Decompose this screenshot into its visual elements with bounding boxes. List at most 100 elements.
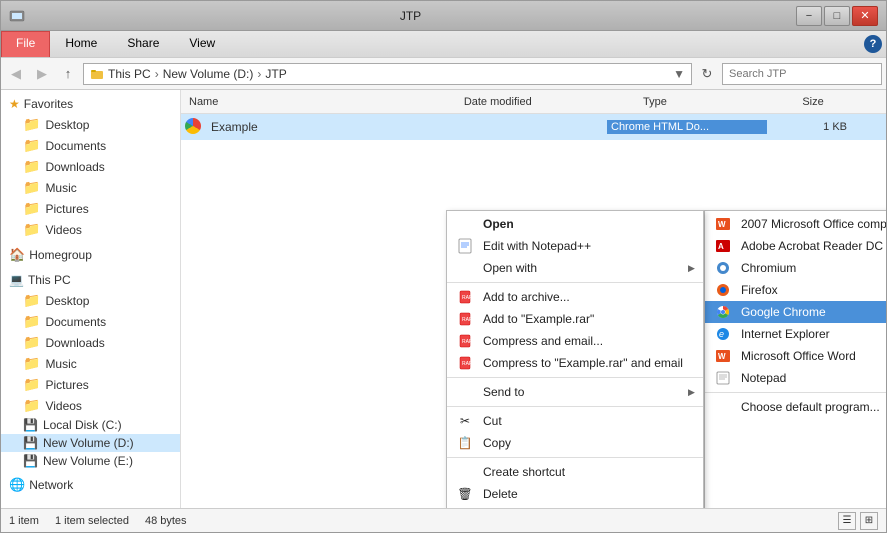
- address-path[interactable]: This PC › New Volume (D:) › JTP ▼: [83, 63, 692, 85]
- archive-icon-2: RAR: [455, 311, 475, 327]
- sidebar-item-music[interactable]: 📁 Music: [1, 177, 180, 198]
- sidebar-item-volumed[interactable]: 💾 New Volume (D:): [1, 434, 180, 452]
- ctx-delete[interactable]: 🗑 Delete: [447, 483, 703, 505]
- folder-icon: 📁: [23, 397, 40, 414]
- close-button[interactable]: ✕: [852, 6, 878, 26]
- ctx-cut[interactable]: ✂ Cut: [447, 410, 703, 432]
- refresh-button[interactable]: ↻: [696, 63, 718, 85]
- ctx-rename[interactable]: Rename: [447, 505, 703, 508]
- sidebar-item-pictures[interactable]: 📁 Pictures: [1, 198, 180, 219]
- view-details-button[interactable]: ☰: [838, 512, 856, 530]
- separator-2: [447, 377, 703, 378]
- svg-text:RAR: RAR: [462, 361, 473, 367]
- tab-share[interactable]: Share: [112, 31, 174, 57]
- submenu-ie[interactable]: e Internet Explorer: [705, 323, 886, 345]
- sidebar-item-desktop[interactable]: 📁 Desktop: [1, 114, 180, 135]
- view-tiles-button[interactable]: ⊞: [860, 512, 878, 530]
- minimize-button[interactable]: −: [796, 6, 822, 26]
- submenu-notepad[interactable]: Notepad: [705, 367, 886, 389]
- statusbar-count: 1 item: [9, 515, 39, 527]
- sidebar-favorites-header[interactable]: ★ Favorites: [1, 94, 180, 114]
- separator-3: [447, 406, 703, 407]
- sidebar-item-downloads[interactable]: 📁 Downloads: [1, 156, 180, 177]
- forward-button[interactable]: ▶: [31, 63, 53, 85]
- office-icon: W: [713, 216, 733, 232]
- sidebar-network-header[interactable]: 🌐 Network: [1, 474, 180, 496]
- folder-icon: 📁: [23, 116, 40, 133]
- folder-icon: 📁: [23, 376, 40, 393]
- file-row[interactable]: Example Chrome HTML Do... 1 KB: [181, 114, 886, 140]
- open-icon: [455, 216, 475, 232]
- ctx-open[interactable]: Open: [447, 213, 703, 235]
- ctx-copy[interactable]: 📋 Copy: [447, 432, 703, 454]
- search-box[interactable]: [722, 63, 882, 85]
- col-size-header[interactable]: Size: [802, 96, 882, 108]
- sidebar-item-downloads2[interactable]: 📁 Downloads: [1, 332, 180, 353]
- sidebar: ★ Favorites 📁 Desktop 📁 Documents 📁 Down…: [1, 90, 181, 508]
- submenu-chromium[interactable]: Chromium: [705, 257, 886, 279]
- window: JTP − □ ✕ File Home Share View ? ◀ ▶: [0, 0, 887, 533]
- col-date-header[interactable]: Date modified: [464, 96, 643, 108]
- sidebar-section-network: 🌐 Network: [1, 474, 180, 496]
- notepad-icon: [455, 238, 475, 254]
- chrome-file-icon: [185, 118, 201, 137]
- ctx-edit-notepad[interactable]: Edit with Notepad++: [447, 235, 703, 257]
- submenu-firefox[interactable]: Firefox: [705, 279, 886, 301]
- sidebar-thispc-header[interactable]: 💻 This PC: [1, 270, 180, 290]
- sidebar-item-documents[interactable]: 📁 Documents: [1, 135, 180, 156]
- statusbar-size: 48 bytes: [145, 515, 187, 527]
- path-part-3: JTP: [265, 67, 286, 81]
- sidebar-item-volumee[interactable]: 💾 New Volume (E:): [1, 452, 180, 470]
- folder-icon: 📁: [23, 200, 40, 217]
- submenu-office2007[interactable]: W 2007 Microsoft Office component: [705, 213, 886, 235]
- folder-icon: 📁: [23, 179, 40, 196]
- col-name-header[interactable]: Name: [185, 96, 464, 108]
- copy-icon: 📋: [455, 435, 475, 451]
- ctx-send-to[interactable]: Send to: [447, 381, 703, 403]
- col-type-header[interactable]: Type: [643, 96, 802, 108]
- compress-icon-2: RAR: [455, 355, 475, 371]
- file-name: Example: [207, 120, 427, 134]
- tab-file[interactable]: File: [1, 31, 50, 57]
- sidebar-section-thispc: 💻 This PC 📁 Desktop 📁 Documents 📁 Downlo…: [1, 270, 180, 470]
- file-size: 1 KB: [767, 121, 847, 133]
- ctx-compress-email2[interactable]: RAR Compress to "Example.rar" and email: [447, 352, 703, 374]
- open-with-icon: [455, 260, 475, 276]
- submenu-msword[interactable]: W Microsoft Office Word: [705, 345, 886, 367]
- submenu-choose-default[interactable]: Choose default program...: [705, 396, 886, 418]
- submenu-acrobat[interactable]: A Adobe Acrobat Reader DC: [705, 235, 886, 257]
- sidebar-homegroup-header[interactable]: 🏠 Homegroup: [1, 244, 180, 266]
- main-area: ★ Favorites 📁 Desktop 📁 Documents 📁 Down…: [1, 90, 886, 508]
- tab-view[interactable]: View: [174, 31, 230, 57]
- sidebar-item-pictures2[interactable]: 📁 Pictures: [1, 374, 180, 395]
- sidebar-item-desktop2[interactable]: 📁 Desktop: [1, 290, 180, 311]
- ribbon: File Home Share View ?: [1, 31, 886, 58]
- help-button[interactable]: ?: [864, 35, 882, 53]
- sidebar-item-videos2[interactable]: 📁 Videos: [1, 395, 180, 416]
- back-button[interactable]: ◀: [5, 63, 27, 85]
- ctx-compress-email[interactable]: RAR Compress and email...: [447, 330, 703, 352]
- path-part-2: New Volume (D:): [163, 67, 254, 81]
- ctx-add-example-rar[interactable]: RAR Add to "Example.rar": [447, 308, 703, 330]
- ctx-create-shortcut[interactable]: Create shortcut: [447, 461, 703, 483]
- maximize-button[interactable]: □: [824, 6, 850, 26]
- svg-text:e: e: [719, 329, 724, 339]
- search-input[interactable]: [729, 68, 871, 80]
- statusbar: 1 item 1 item selected 48 bytes ☰ ⊞: [1, 508, 886, 532]
- ctx-add-archive[interactable]: RAR Add to archive...: [447, 286, 703, 308]
- cut-icon: ✂: [455, 413, 475, 429]
- context-menu-container: Open Edit with Notepad++ Open with: [446, 210, 886, 508]
- sidebar-item-localc[interactable]: 💾 Local Disk (C:): [1, 416, 180, 434]
- up-button[interactable]: ↑: [57, 63, 79, 85]
- ctx-open-with[interactable]: Open with: [447, 257, 703, 279]
- sidebar-item-documents2[interactable]: 📁 Documents: [1, 311, 180, 332]
- statusbar-views: ☰ ⊞: [838, 512, 878, 530]
- disk-icon: 💾: [23, 418, 38, 432]
- submenu-chrome[interactable]: Google Chrome: [705, 301, 886, 323]
- tab-home[interactable]: Home: [50, 31, 112, 57]
- sidebar-item-music2[interactable]: 📁 Music: [1, 353, 180, 374]
- chrome-submenu-icon: [713, 304, 733, 320]
- sidebar-item-videos[interactable]: 📁 Videos: [1, 219, 180, 240]
- notepad-submenu-icon: [713, 370, 733, 386]
- folder-icon: 📁: [23, 355, 40, 372]
